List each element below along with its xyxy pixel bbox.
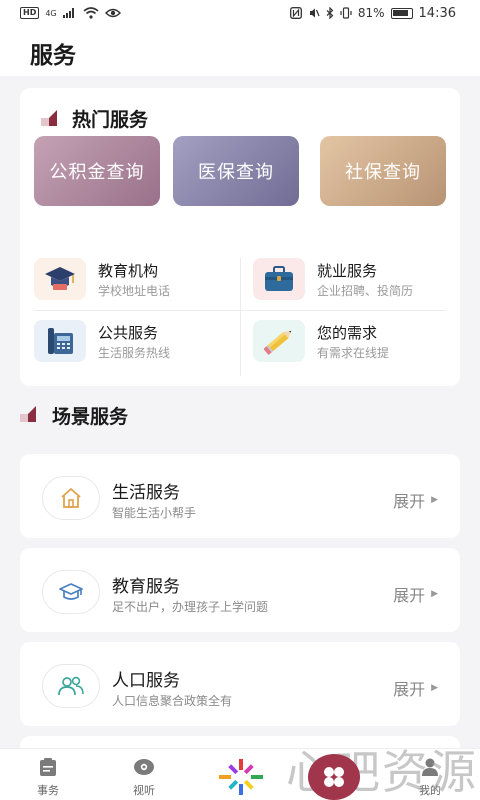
expand-label: 展开 (393, 492, 426, 511)
battery-percent: 81% (357, 6, 385, 20)
tab-audio-video[interactable]: 视听 (114, 749, 174, 800)
play-disc-icon (133, 756, 155, 778)
grid-item-name: 教育机构 (98, 262, 159, 280)
page-title: 服务 (30, 43, 76, 69)
battery-icon (390, 7, 413, 19)
tab-label: 事务 (37, 784, 59, 797)
hot-services-card: 热门服务 公积金查询 医保查询 社保查询 教育机构 学校地址电话 就业服务 企业… (20, 88, 460, 386)
header: 服务 (0, 26, 480, 76)
nfc-icon (289, 7, 302, 19)
expand-label: 展开 (393, 680, 426, 699)
home-icon (42, 476, 100, 520)
graduation-cap-icon (34, 258, 86, 300)
logo-burst-icon (219, 759, 263, 795)
telephone-icon (34, 320, 86, 362)
grid-menu-button[interactable] (308, 754, 360, 800)
social-security-query-label: 社保查询 (345, 162, 421, 183)
scene-name: 教育服务 (112, 577, 180, 597)
grid-item-desc: 生活服务热线 (98, 346, 171, 360)
scene-card-life[interactable]: 生活服务 智能生活小帮手 展开 ▶ (20, 454, 460, 538)
grid-item-name: 公共服务 (98, 324, 159, 342)
grid-divider-vertical (240, 258, 241, 376)
grid-item-desc: 学校地址电话 (98, 284, 171, 298)
grid-item-desc: 企业招聘、投简历 (317, 284, 414, 298)
scene-desc: 智能生活小帮手 (112, 506, 197, 520)
grid-item-employment[interactable]: 就业服务 企业招聘、投简历 (253, 258, 453, 304)
expand-button[interactable]: 展开 ▶ (393, 488, 438, 512)
grid-divider-horizontal (34, 310, 446, 311)
pencil-icon (253, 320, 305, 362)
housing-fund-query-button[interactable]: 公积金查询 (34, 136, 160, 206)
grid-clover-icon (324, 767, 344, 787)
scene-desc: 足不出户，办理孩子上学问题 (112, 600, 269, 614)
grid-item-public-service[interactable]: 公共服务 生活服务热线 (34, 320, 234, 366)
expand-button[interactable]: 展开 ▶ (393, 676, 438, 700)
people-icon (42, 664, 100, 708)
grid-item-education-institution[interactable]: 教育机构 学校地址电话 (34, 258, 234, 304)
bluetooth-icon (326, 7, 334, 19)
scene-desc: 人口信息聚合政策全有 (112, 694, 233, 708)
medical-insurance-query-label: 医保查询 (198, 162, 274, 183)
scene-name: 人口服务 (112, 671, 180, 691)
mortarboard-icon (42, 570, 100, 614)
briefcase-icon (253, 258, 305, 300)
clipboard-icon (37, 756, 59, 778)
scene-card-population[interactable]: 人口服务 人口信息聚合政策全有 展开 ▶ (20, 642, 460, 726)
social-security-query-button[interactable]: 社保查询 (320, 136, 446, 206)
status-left: HD 4G (20, 7, 121, 19)
signal-icon (62, 8, 74, 18)
hot-services-title: 热门服务 (72, 109, 149, 131)
scene-services-title: 场景服务 (52, 406, 129, 428)
scene-name: 生活服务 (112, 483, 180, 503)
status-bar: HD 4G 81% 14:36 (0, 0, 480, 26)
status-right: 81% 14:36 (289, 5, 456, 21)
section-flag-icon (41, 110, 57, 126)
clock: 14:36 (418, 5, 456, 21)
tab-label: 视听 (133, 784, 155, 797)
grid-item-name: 您的需求 (317, 324, 378, 342)
section-flag-icon (20, 406, 36, 422)
mute-icon (309, 8, 320, 18)
grid-item-desc: 有需求在线提 (317, 346, 390, 360)
tab-home-logo[interactable] (215, 757, 267, 797)
medical-insurance-query-button[interactable]: 医保查询 (173, 136, 299, 206)
eye-icon (104, 8, 121, 18)
tab-affairs[interactable]: 事务 (18, 749, 78, 800)
arrow-right-icon: ▶ (431, 495, 438, 505)
expand-button[interactable]: 展开 ▶ (393, 582, 438, 606)
grid-item-name: 就业服务 (317, 262, 378, 280)
arrow-right-icon: ▶ (431, 683, 438, 693)
housing-fund-query-label: 公积金查询 (49, 162, 145, 183)
grid-item-your-needs[interactable]: 您的需求 有需求在线提 (253, 320, 453, 366)
scene-card-education[interactable]: 教育服务 足不出户，办理孩子上学问题 展开 ▶ (20, 548, 460, 632)
vibrate-icon (340, 7, 352, 19)
wifi-icon (83, 7, 99, 19)
network-type: 4G (45, 8, 57, 18)
hd-badge: HD (20, 7, 40, 19)
expand-label: 展开 (393, 586, 426, 605)
arrow-right-icon: ▶ (431, 589, 438, 599)
